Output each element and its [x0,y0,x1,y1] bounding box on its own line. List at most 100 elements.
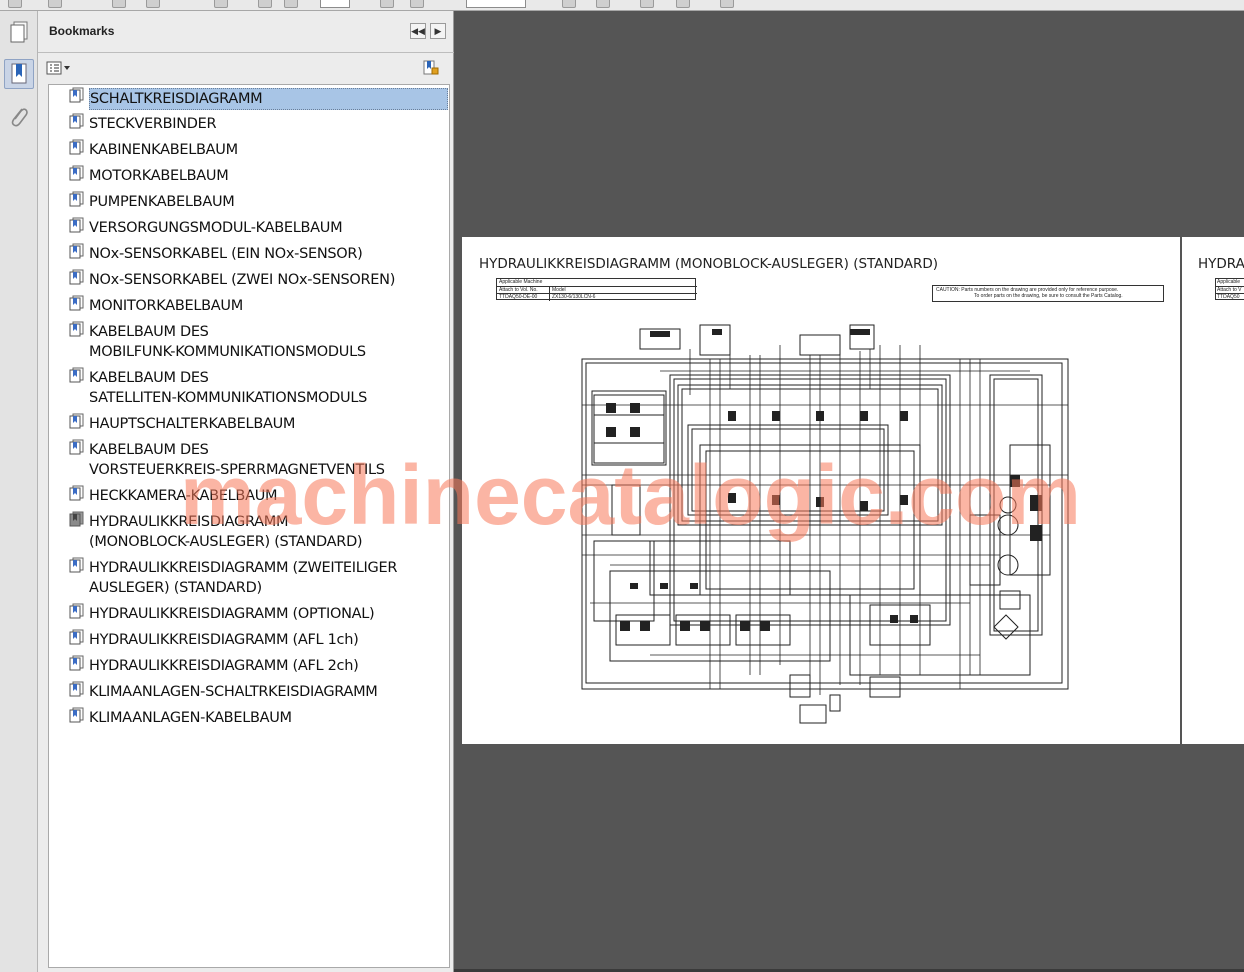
previous-page-icon[interactable] [258,0,272,8]
zoom-input[interactable] [466,0,526,8]
hydraulic-circuit-diagram [581,324,1069,724]
bookmarks-panel-button[interactable] [4,59,34,89]
list-options-icon [46,61,70,75]
page-number-input[interactable] [320,0,350,8]
bookmark-icon [69,295,84,311]
zoom-out-icon[interactable] [380,0,394,8]
bookmark-icon [69,629,84,645]
bookmark-label: KABELBAUM DES MOBILFUNK-KOMMUNIKATIONSMO… [89,324,366,360]
bookmark-item[interactable]: STECKVERBINDER [49,111,449,137]
bookmark-item[interactable]: NOx-SENSORKABEL (EIN NOx-SENSOR) [49,241,449,267]
bookmark-item[interactable]: KLIMAANLAGEN-KABELBAUM [49,705,449,731]
navigation-strip [0,11,38,972]
document-page: HYDRAULIKKREISDIAGRAMM (MONOBLOCK-AUSLEG… [462,237,1180,744]
bookmark-label: HYDRAULIKKREISDIAGRAMM (AFL 1ch) [89,632,359,648]
save-icon[interactable] [112,0,126,8]
bookmark-icon [69,485,84,501]
bookmark-label: HAUPTSCHALTERKABELBAUM [89,416,296,432]
hide-panel-button[interactable]: ▶ [430,23,446,39]
bookmark-item[interactable]: PUMPENKABELBAUM [49,189,449,215]
bookmark-icon [69,87,84,103]
bookmark-item[interactable]: SCHALTKREISDIAGRAMM [49,85,449,111]
bookmark-icon [69,139,84,155]
bookmarks-icon [11,63,27,84]
bookmark-item[interactable]: VERSORGUNGSMODUL-KABELBAUM [49,215,449,241]
attachments-panel-button[interactable] [4,103,34,133]
bookmark-icon [69,113,84,129]
hand-tool-icon[interactable] [676,0,690,8]
bookmark-icon [69,511,84,527]
bookmark-label: STECKVERBINDER [89,116,217,132]
bookmark-item[interactable]: HYDRAULIKKREISDIAGRAMM (OPTIONAL) [49,601,449,627]
bookmark-item[interactable]: HAUPTSCHALTERKABELBAUM [49,411,449,437]
bookmark-label: MONITORKABELBAUM [89,298,243,314]
panel-toolbar [38,54,454,84]
bookmark-item[interactable]: HYDRAULIKKREISDIAGRAMM (ZWEITEILIGER AUS… [49,555,449,601]
bookmark-tree[interactable]: SCHALTKREISDIAGRAMM STECKVERBINDER KABINEN… [48,84,450,968]
bookmark-label: NOx-SENSORKABEL (ZWEI NOx-SENSOREN) [89,272,396,288]
document-view[interactable]: HYDRAULIKKREISDIAGRAMM (MONOBLOCK-AUSLEG… [454,11,1244,972]
bookmark-icon [69,269,84,285]
bookmark-icon [69,217,84,233]
applicable-label: Applicable Machine [499,279,543,285]
panel-header: Bookmarks ◀◀ ▶ [38,11,454,53]
attachments-icon [11,108,28,127]
bookmark-item[interactable]: KABELBAUM DES VORSTEUERKREIS-SPERRMAGNET… [49,437,449,483]
caution-note: CAUTION: Parts numbers on the drawing ar… [932,285,1164,302]
pages-panel-button[interactable] [4,17,34,47]
open-icon[interactable] [8,0,22,8]
bookmark-item[interactable]: KABELBAUM DES MOBILFUNK-KOMMUNIKATIONSMO… [49,319,449,365]
bookmark-item[interactable]: KABELBAUM DES SATELLITEN-KOMMUNIKATIONSM… [49,365,449,411]
pdf-viewer-window: Bookmarks ◀◀ ▶ SCHALTKREISDIAGRAMM STECK… [0,0,1244,972]
next-page-title: HYDRA [1198,256,1244,272]
panel-title: Bookmarks [49,24,115,38]
bookmark-icon [69,681,84,697]
bookmark-icon [69,655,84,671]
bookmark-label: HECKKAMERA-KABELBAUM [89,488,278,504]
fit-page-icon[interactable] [562,0,576,8]
page-title: HYDRAULIKKREISDIAGRAMM (MONOBLOCK-AUSLEG… [479,256,938,272]
next-page-icon[interactable] [284,0,298,8]
pages-icon [10,21,28,43]
bookmark-item[interactable]: HYDRAULIKKREISDIAGRAMM (MONOBLOCK-AUSLEG… [49,509,449,555]
bookmarks-panel: Bookmarks ◀◀ ▶ SCHALTKREISDIAGRAMM STECK… [38,11,454,972]
bookmark-item[interactable]: HECKKAMERA-KABELBAUM [49,483,449,509]
bookmark-item[interactable]: KABINENKABELBAUM [49,137,449,163]
bookmark-item[interactable]: HYDRAULIKKREISDIAGRAMM (AFL 1ch) [49,627,449,653]
bookmark-item[interactable]: KLIMAANLAGEN-SCHALTRKEISDIAGRAMM [49,679,449,705]
bookmark-label: VERSORGUNGSMODUL-KABELBAUM [89,220,343,236]
bookmark-icon [69,191,84,207]
bookmark-label: KABELBAUM DES VORSTEUERKREIS-SPERRMAGNET… [89,442,385,478]
toolbar [0,0,1244,11]
bookmark-item[interactable]: HYDRAULIKKREISDIAGRAMM (AFL 2ch) [49,653,449,679]
bookmark-item[interactable]: NOx-SENSORKABEL (ZWEI NOx-SENSOREN) [49,267,449,293]
options-menu-button[interactable] [46,59,72,77]
create-icon[interactable] [48,0,62,8]
bookmark-icon [69,321,84,337]
bookmark-label: HYDRAULIKKREISDIAGRAMM (MONOBLOCK-AUSLEG… [89,514,363,550]
select-tool-icon[interactable] [640,0,654,8]
model-value: ZX130-6/130LCN-6 [552,294,596,300]
applicable-machine-table: Applicable Machine Attach to Vol. No. Mo… [496,278,697,301]
next-attach-value: TTDAQ50 [1217,294,1240,300]
email-icon[interactable] [214,0,228,8]
bookmark-label: KLIMAANLAGEN-KABELBAUM [89,710,292,726]
bookmark-icon [69,367,84,383]
bookmark-icon [69,603,84,619]
bookmark-item[interactable]: MOTORKABELBAUM [49,163,449,189]
bookmark-label: KLIMAANLAGEN-SCHALTRKEISDIAGRAMM [89,684,378,700]
expand-bookmark-button[interactable] [422,59,440,77]
print-icon[interactable] [146,0,160,8]
bookmark-label: NOx-SENSORKABEL (EIN NOx-SENSOR) [89,246,363,262]
bookmark-icon [69,439,84,455]
collapse-panel-button[interactable]: ◀◀ [410,23,426,39]
bookmark-label: KABELBAUM DES SATELLITEN-KOMMUNIKATIONSM… [89,370,368,406]
bookmark-item[interactable]: MONITORKABELBAUM [49,293,449,319]
bookmark-label: HYDRAULIKKREISDIAGRAMM (ZWEITEILIGER AUS… [89,560,398,596]
fit-width-icon[interactable] [596,0,610,8]
bookmark-icon [69,243,84,259]
bookmark-icon [69,557,84,573]
zoom-in-icon[interactable] [410,0,424,8]
comment-icon[interactable] [720,0,734,8]
bookmark-label: HYDRAULIKKREISDIAGRAMM (OPTIONAL) [89,606,375,622]
